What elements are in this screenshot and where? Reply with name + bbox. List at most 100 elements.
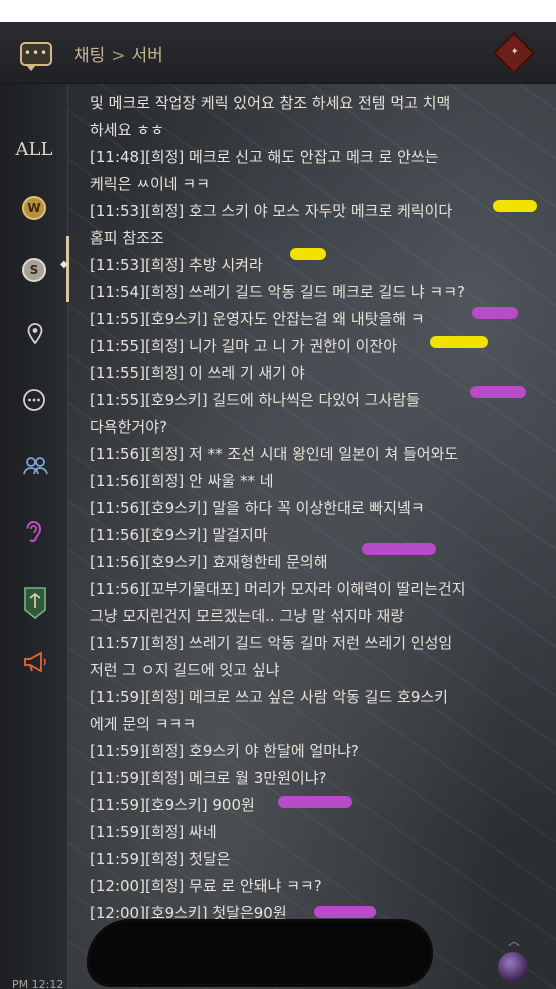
message-timestamp: [11:57] bbox=[90, 634, 145, 652]
message-text: 케릭은 ㅆ이네 ㅋㅋ bbox=[90, 175, 210, 193]
message-text: 첫달은 bbox=[184, 850, 231, 868]
message-text: 말을 하다 꼭 이상한대로 빠지녴ㅋ bbox=[207, 499, 425, 517]
chat-message-line: [11:54][희정] 쓰레기 길드 악동 길드 메크로 길드 냐 ㅋㅋ? bbox=[90, 279, 540, 306]
server-s-coin-icon[interactable]: S bbox=[14, 250, 54, 290]
message-timestamp: [11:53] bbox=[90, 256, 145, 274]
message-timestamp: [11:56] bbox=[90, 553, 145, 571]
chat-message-line: [11:59][희정] 메크로 쓰고 싶은 사람 악동 길드 호9스키 bbox=[90, 684, 540, 711]
message-text: 니가 길마 고 니 가 권한이 이잔아 bbox=[184, 337, 398, 355]
chat-message-line: 케릭은 ㅆ이네 ㅋㅋ bbox=[90, 171, 540, 198]
chat-message-line: [11:56][호9스키] 효재형한테 문의해 bbox=[90, 549, 540, 576]
message-timestamp: [12:00] bbox=[90, 904, 145, 922]
message-text: 첫달은90원 bbox=[207, 904, 287, 922]
whisper-ear-icon[interactable] bbox=[14, 512, 54, 552]
breadcrumb-channel[interactable]: 채팅 bbox=[74, 46, 105, 66]
chat-message-line: 에게 문의 ㅋㅋㅋ bbox=[90, 711, 540, 738]
message-text: 메크로 신고 해도 안잡고 메크 로 안쓰는 bbox=[184, 148, 439, 166]
message-sender[interactable]: [호9스키] bbox=[145, 796, 208, 814]
message-text: 이 쓰레 기 새기 야 bbox=[184, 364, 305, 382]
guild-w-coin-icon[interactable]: W bbox=[14, 188, 54, 228]
highlight-marker-yellow bbox=[493, 200, 537, 212]
message-sender[interactable]: [희정] bbox=[145, 445, 184, 463]
message-text: 쓰레기 길드 악동 길마 저런 쓰레기 인성임 bbox=[184, 634, 453, 652]
message-text: 길드에 하나씩은 다있어 그사람들 bbox=[207, 391, 420, 409]
message-sender[interactable]: [희정] bbox=[145, 769, 184, 787]
message-timestamp: [11:55] bbox=[90, 391, 145, 409]
message-sender[interactable]: [희정] bbox=[145, 688, 184, 706]
tab-all[interactable]: ALL bbox=[14, 130, 54, 170]
message-sender[interactable]: [호9스키] bbox=[145, 310, 208, 328]
message-text: 호9스키 야 한달에 얼마냐? bbox=[184, 742, 359, 760]
highlight-marker-yellow bbox=[430, 336, 488, 348]
megaphone-icon[interactable] bbox=[14, 642, 54, 682]
chevron-up-icon[interactable]: ︿ bbox=[508, 932, 520, 949]
message-sender[interactable]: [희정] bbox=[145, 283, 184, 301]
chat-message-line: 그냥 모지린건지 모르겠는데.. 그냥 말 섞지마 재랑 bbox=[90, 603, 540, 630]
breadcrumb: 채팅 > 서버 bbox=[74, 41, 163, 66]
message-timestamp: [11:56] bbox=[90, 499, 145, 517]
character-orb-icon[interactable] bbox=[498, 952, 528, 982]
chat-message-line: [11:56][호9스키] 말을 하다 꼭 이상한대로 빠지녴ㅋ bbox=[90, 495, 540, 522]
message-sender[interactable]: [호9스키] bbox=[145, 553, 208, 571]
message-sender[interactable]: [희정] bbox=[145, 337, 184, 355]
chat-message-line: 하세요 ㅎㅎ bbox=[90, 117, 540, 144]
message-text: 메크로 쓰고 싶은 사람 악동 길드 호9스키 bbox=[184, 688, 448, 706]
message-sender[interactable]: [호9스키] bbox=[145, 499, 208, 517]
message-sender[interactable]: [호9스키] bbox=[145, 391, 208, 409]
party-people-icon[interactable] bbox=[14, 446, 54, 486]
message-sender[interactable]: [희정] bbox=[145, 472, 184, 490]
guild-emblem-icon[interactable]: ✦ bbox=[492, 31, 536, 75]
message-timestamp: [11:56] bbox=[90, 526, 145, 544]
message-sender[interactable]: [희정] bbox=[145, 877, 184, 895]
location-pin-icon[interactable] bbox=[14, 316, 54, 356]
message-sender[interactable]: [꼬부기물대포] bbox=[145, 580, 240, 598]
message-sender[interactable]: [희정] bbox=[145, 202, 184, 220]
message-sender[interactable]: [희정] bbox=[145, 850, 184, 868]
highlight-marker-purple bbox=[472, 307, 518, 319]
chat-message-line: [11:56][희정] 저 ** 조선 시대 왕인데 일본이 쳐 들어와도 bbox=[90, 441, 540, 468]
message-timestamp: [11:56] bbox=[90, 472, 145, 490]
chat-bubble-icon[interactable]: ••• bbox=[20, 42, 52, 71]
message-text: 쓰레기 길드 악동 길드 메크로 길드 냐 ㅋㅋ? bbox=[184, 283, 465, 301]
guild-banner-icon[interactable] bbox=[14, 578, 54, 620]
highlight-marker-purple bbox=[470, 386, 526, 398]
chat-message-line: 저런 그 ㅇ지 길드에 잇고 싶냐 bbox=[90, 657, 540, 684]
message-timestamp: [11:59] bbox=[90, 769, 145, 787]
message-timestamp: [11:55] bbox=[90, 364, 145, 382]
message-sender[interactable]: [호9스키] bbox=[145, 526, 208, 544]
chat-message-line: 및 메크로 작업장 케릭 있어요 참조 하세요 전템 먹고 치맥 bbox=[90, 90, 540, 117]
message-timestamp: [11:55] bbox=[90, 310, 145, 328]
breadcrumb-subchannel[interactable]: 서버 bbox=[132, 46, 163, 66]
chat-message-line: 다욕한거야? bbox=[90, 414, 540, 441]
message-timestamp: [11:56] bbox=[90, 580, 145, 598]
message-sender[interactable]: [희정] bbox=[145, 634, 184, 652]
message-sender[interactable]: [희정] bbox=[145, 256, 184, 274]
chat-message-line: [11:53][희정] 호그 스키 야 모스 자두맛 메크로 케릭이다 bbox=[90, 198, 540, 225]
game-clock: PM 12:12 bbox=[12, 978, 64, 989]
message-text: 에게 문의 ㅋㅋㅋ bbox=[90, 715, 197, 733]
message-text: 메크로 월 3만원이냐? bbox=[184, 769, 327, 787]
message-sender[interactable]: [희정] bbox=[145, 823, 184, 841]
message-sender[interactable]: [희정] bbox=[145, 364, 184, 382]
chevron-right-icon: > bbox=[111, 46, 126, 66]
chat-input-area[interactable] bbox=[90, 922, 430, 984]
message-sender[interactable]: [희정] bbox=[145, 148, 184, 166]
message-text: 900원 bbox=[207, 796, 255, 814]
highlight-marker-purple bbox=[278, 796, 352, 808]
chat-message-line: [11:48][희정] 메크로 신고 해도 안잡고 메크 로 안쓰는 bbox=[90, 144, 540, 171]
chat-message-line: [11:59][희정] 호9스키 야 한달에 얼마냐? bbox=[90, 738, 540, 765]
channel-sidebar: ALL W ◆ S bbox=[0, 84, 69, 989]
message-timestamp: [11:54] bbox=[90, 283, 145, 301]
message-text: 다욕한거야? bbox=[90, 418, 167, 436]
game-chat-window: ••• 채팅 > 서버 ✦ ALL W ◆ S 및 메크로 작업장 케릭 있어요 참… bbox=[0, 22, 556, 989]
message-sender[interactable]: [희정] bbox=[145, 742, 184, 760]
speech-bubble-icon[interactable] bbox=[14, 380, 54, 420]
message-sender[interactable]: [호9스키] bbox=[145, 904, 208, 922]
chat-message-line: [11:56][꼬부기물대포] 머리가 모자라 이해력이 딸리는건지 bbox=[90, 576, 540, 603]
chat-header: ••• 채팅 > 서버 ✦ bbox=[0, 22, 556, 84]
message-text: 효재형한테 문의해 bbox=[207, 553, 328, 571]
chat-message-line: [11:56][호9스키] 말걸지마 bbox=[90, 522, 540, 549]
message-text: 추방 시켜라 bbox=[184, 256, 263, 274]
active-tab-arrow-icon: ◆ bbox=[60, 259, 68, 270]
message-timestamp: [12:00] bbox=[90, 877, 145, 895]
